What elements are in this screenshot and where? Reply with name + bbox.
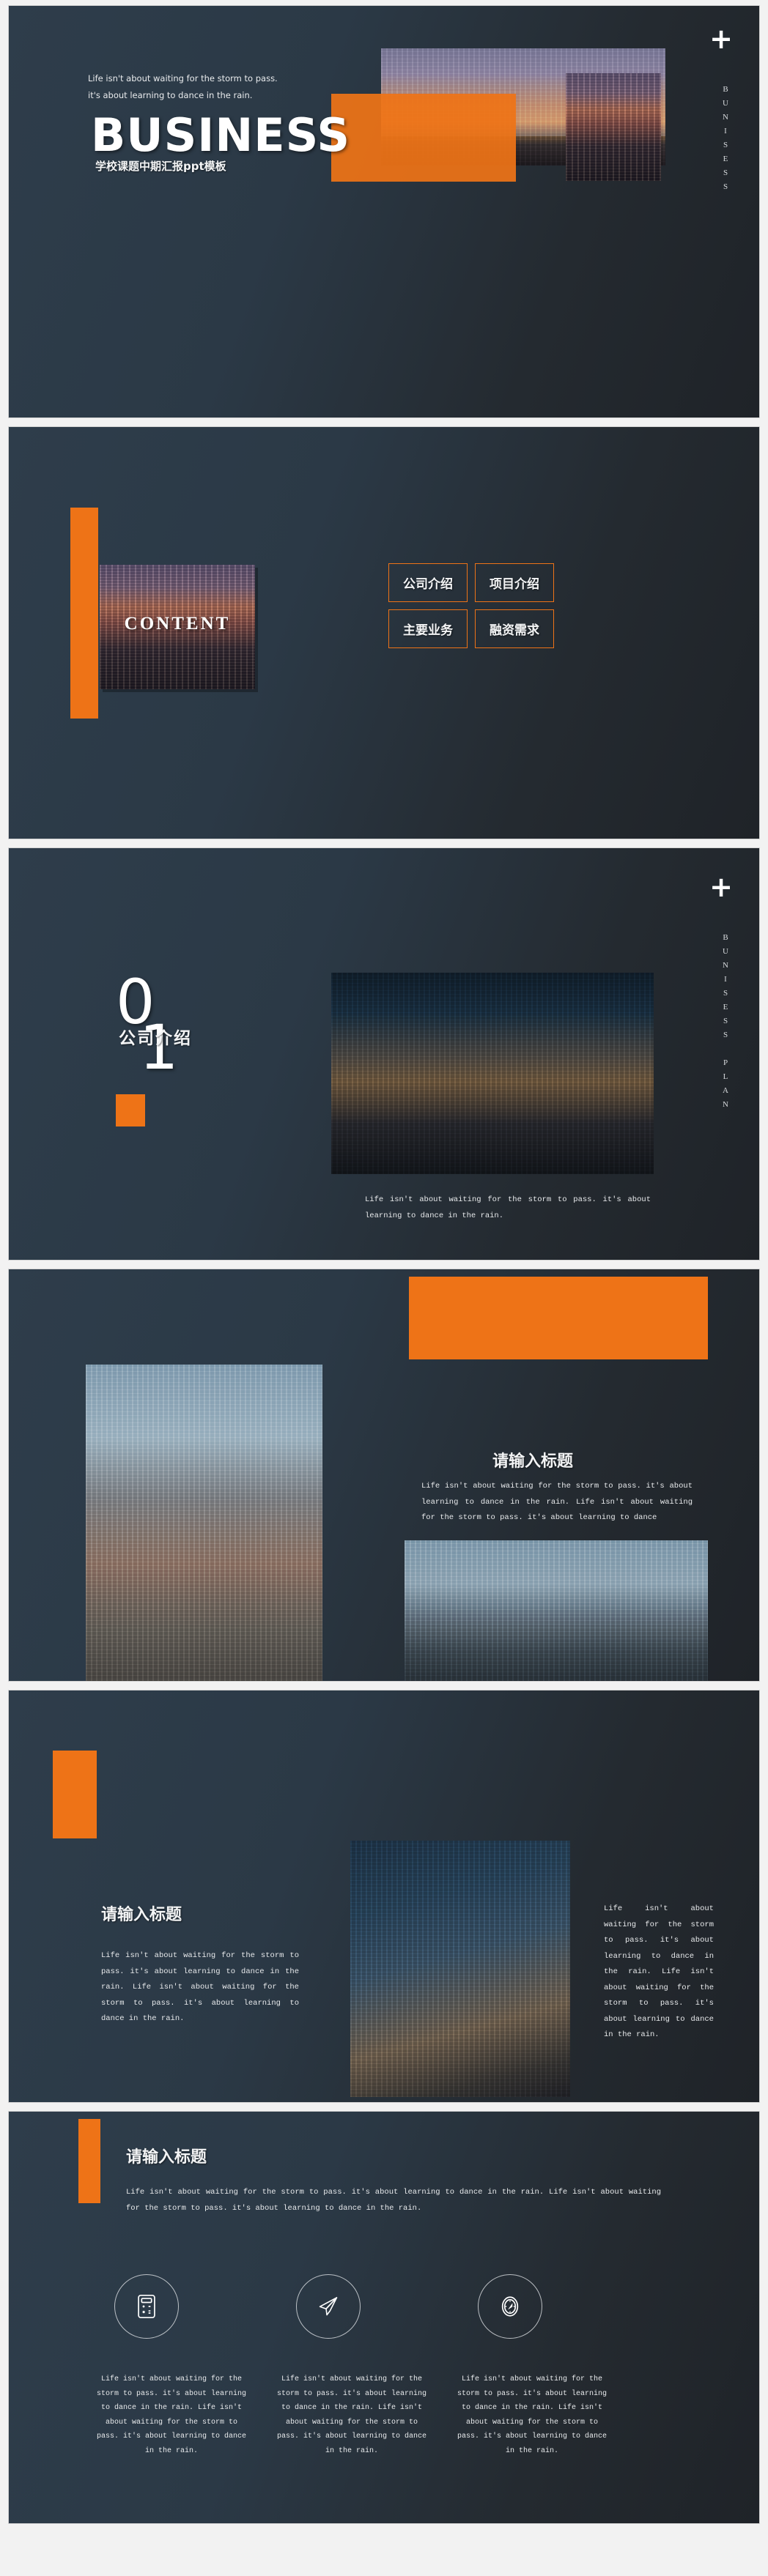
slide-icons[interactable]: 请输入标题 Life isn't about waiting for the s… xyxy=(9,2112,759,2523)
slide-quote: Life isn't about waiting for the storm t… xyxy=(88,73,278,100)
menu-item-project[interactable]: 项目介绍 xyxy=(475,563,554,602)
icon-column-text-1: Life isn't about waiting for the storm t… xyxy=(96,2375,247,2455)
section-title: 公司介绍 xyxy=(119,1029,192,1048)
city-waterfront-photo xyxy=(405,1540,708,1681)
section-caption: Life isn't about waiting for the storm t… xyxy=(365,1195,651,1220)
orange-vertical-bar xyxy=(70,508,98,719)
slide-content-menu[interactable]: CONTENT 公司介绍 项目介绍 主要业务 融资需求 xyxy=(9,427,759,839)
section-heading: 请输入标题 xyxy=(492,1452,574,1471)
orange-square xyxy=(53,1751,97,1838)
orange-accent-block xyxy=(331,94,516,182)
content-word: CONTENT xyxy=(124,614,231,634)
slide-content-b[interactable]: 请输入标题 Life isn't about waiting for the s… xyxy=(9,1690,759,2102)
plus-icon: + xyxy=(709,871,733,903)
calculator-icon[interactable] xyxy=(114,2274,179,2339)
slide-content-a[interactable]: 请输入标题 Life isn't about waiting for the s… xyxy=(9,1269,759,1681)
slide-title[interactable]: Life isn't about waiting for the storm t… xyxy=(9,6,759,417)
icon-column-text-3: Life isn't about waiting for the storm t… xyxy=(457,2375,608,2455)
slide-section-divider[interactable]: 0 1 公司介绍 Life isn't about waiting for th… xyxy=(9,848,759,1260)
page-title: BUSINESS xyxy=(91,108,351,162)
city-tower-photo xyxy=(566,73,661,181)
body-text-left: Life isn't about waiting for the storm t… xyxy=(101,1951,299,2024)
section-heading: 请输入标题 xyxy=(101,1906,182,1924)
glass-building-photo xyxy=(350,1841,570,2097)
plus-icon: + xyxy=(709,23,733,55)
orange-square xyxy=(116,1094,145,1126)
presentation-preview: Life isn't about waiting for the storm t… xyxy=(0,0,768,2576)
orange-banner xyxy=(409,1277,708,1359)
body-text: Life isn't about waiting for the storm t… xyxy=(126,2188,661,2213)
menu-item-financing[interactable]: 融资需求 xyxy=(475,609,554,648)
menu-item-business[interactable]: 主要业务 xyxy=(388,609,468,648)
compass-icon[interactable] xyxy=(478,2274,542,2339)
content-menu: 公司介绍 项目介绍 主要业务 融资需求 xyxy=(388,563,554,648)
icon-text-columns: Life isn't about waiting for the storm t… xyxy=(95,2372,682,2458)
paper-plane-icon[interactable] xyxy=(296,2274,361,2339)
vertical-brand-label: BUNISESS xyxy=(721,85,730,196)
menu-item-company[interactable]: 公司介绍 xyxy=(388,563,468,602)
body-text: Life isn't about waiting for the storm t… xyxy=(421,1482,693,1523)
body-text-right: Life isn't about waiting for the storm t… xyxy=(604,1904,714,2040)
orange-tab xyxy=(78,2119,100,2203)
icon-column-text-2: Life isn't about waiting for the storm t… xyxy=(276,2375,427,2455)
city-skyline-photo xyxy=(331,973,654,1174)
page-subtitle: 学校课题中期汇报ppt模板 xyxy=(95,160,226,173)
city-aerial-photo xyxy=(86,1365,322,1681)
vertical-brand-label: BUNISESS PLAN xyxy=(721,933,730,1114)
section-heading: 请输入标题 xyxy=(126,2148,207,2167)
